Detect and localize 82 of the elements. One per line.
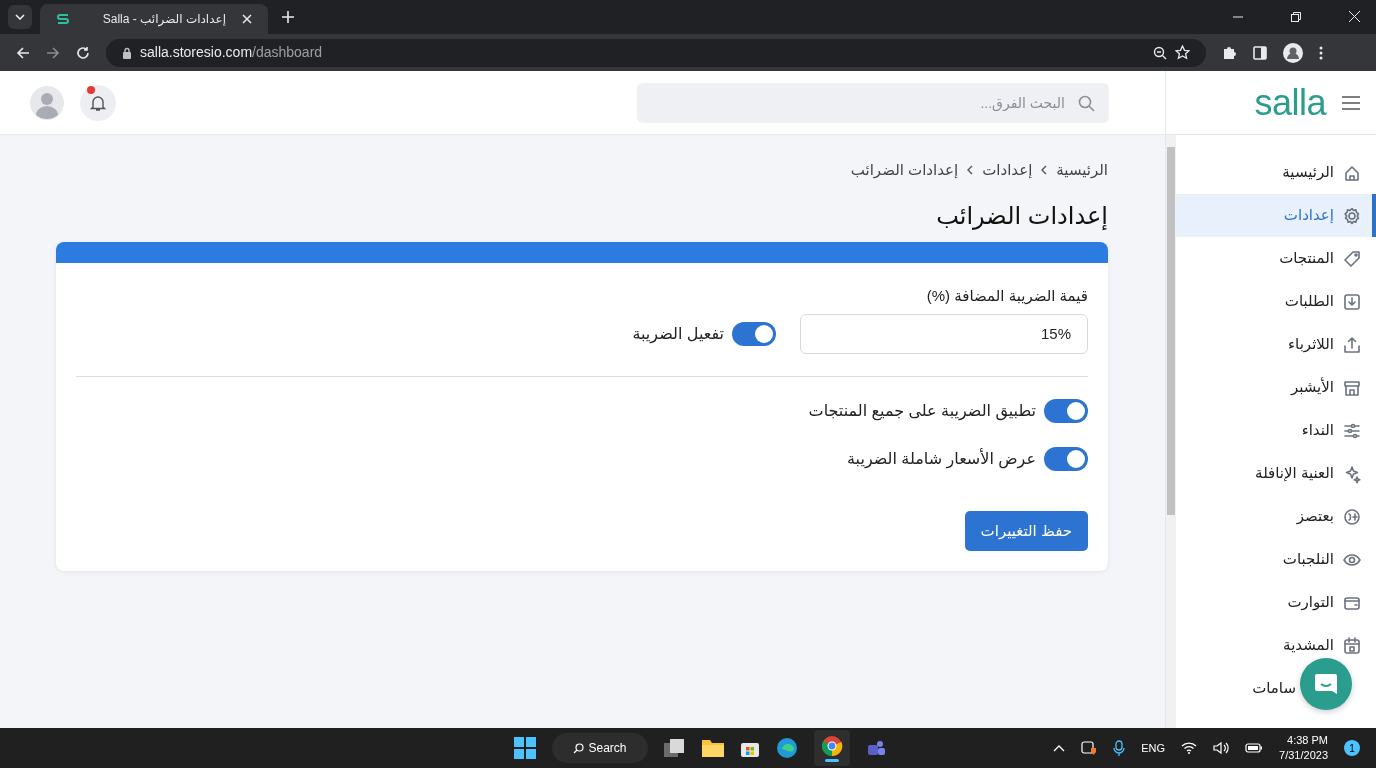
back-icon[interactable] [16,45,30,60]
chevron-up-icon[interactable] [1053,744,1066,752]
sidebar-item[interactable]: بعتصز [1176,495,1376,538]
search-icon [1078,94,1095,112]
field-label: قيمة الضريبة المضافة (%) [925,286,1088,307]
sidebar-item[interactable]: إعدادات [1176,194,1376,237]
sidebar-item[interactable]: الأيشبر [1176,366,1376,409]
clock-date[interactable]: 7/31/2023 [1279,748,1328,763]
notification-badge[interactable]: 1 [1344,740,1360,756]
sidebar-item[interactable]: الرئيسية [1176,151,1376,194]
menu-icon[interactable] [1342,95,1360,110]
star-icon[interactable] [1175,45,1190,60]
volume-icon[interactable] [1213,741,1230,755]
scrollbar[interactable] [1166,135,1176,728]
sidebar-item[interactable]: الطلبات [1176,280,1376,323]
edge-icon[interactable] [776,737,798,759]
puzzle-icon[interactable] [1222,45,1237,60]
coin-icon [1342,506,1362,527]
sidebar-item[interactable]: النداء [1176,409,1376,452]
sidebar-item[interactable]: التوارت [1176,581,1376,624]
lock-icon [122,46,132,59]
sidebar-item[interactable]: المنتجات [1176,237,1376,280]
toggle-label: عرض الأسعار شاملة الضريبة [847,447,1036,471]
chevron-icon [1040,165,1049,176]
reload-icon[interactable] [76,45,90,60]
toggle-label: تطبيق الضريبة على جميع المنتجات [808,400,1036,423]
more-icon[interactable] [1319,45,1323,60]
page-title: إعدادات الضرائب [935,201,1108,231]
side-panel-icon[interactable] [1253,45,1267,60]
restore-icon[interactable] [1291,11,1301,22]
upload-icon [1342,334,1362,355]
tab-list-button[interactable] [8,5,32,29]
download-box-icon [1342,291,1362,312]
notification-button[interactable] [80,84,116,121]
toggle-switch[interactable] [732,321,776,346]
close-icon[interactable] [242,14,252,24]
new-tab-icon[interactable] [282,11,294,23]
url-host: salla.storesio.com [140,44,253,60]
browser-tab[interactable]: Salla - إعدادات الضرائب [40,4,268,34]
search-icon [573,742,585,754]
close-icon[interactable] [1349,11,1360,22]
settings-icon [1342,205,1362,226]
sidebar-item[interactable]: المشدية [1176,624,1376,667]
site-icon [56,12,70,26]
wifi-icon[interactable] [1181,742,1198,754]
sidebar-item[interactable]: النلجبات [1176,538,1376,581]
profile-icon[interactable] [1283,42,1303,63]
chrome-button[interactable] [814,730,850,766]
bell-icon [89,93,107,112]
language-indicator[interactable]: ENG [1141,739,1166,757]
chevron-icon [966,165,975,176]
task-view-icon[interactable] [664,738,686,758]
url-path: /dashboard [252,44,323,60]
input-field[interactable]: 15% [800,313,1088,354]
clock-time[interactable]: 4:38 PM [1287,733,1328,748]
folder-icon[interactable] [702,738,724,758]
calendar-icon [1342,635,1362,656]
start-icon[interactable] [514,737,536,759]
breadcrumb-link[interactable]: الرئيسية [1056,159,1108,182]
tag-icon [1342,248,1362,269]
toggle-label: تفعيل الضريبة [632,323,724,346]
microphone-icon[interactable] [1113,740,1126,756]
sidebar-item[interactable]: اللاثرباء [1176,323,1376,366]
address-bar[interactable]: salla.storesio.com/dashboard [106,38,1206,67]
chrome-icon [821,734,843,757]
forward-icon[interactable] [46,45,60,60]
taskbar-search[interactable]: Search [552,733,648,763]
sidebar-item[interactable]: العنية الإنافلة [1176,452,1376,495]
breadcrumb-link[interactable]: إعدادات [982,159,1033,182]
search-field[interactable]: البحث الفرق... [637,82,1109,123]
sidebar-item[interactable]: سامات [1176,667,1376,710]
shield-icon[interactable] [1081,740,1098,756]
logo: salla [1254,80,1326,125]
teams-icon[interactable] [866,739,886,757]
toggle-switch[interactable] [1044,446,1088,471]
toggle-switch[interactable] [1044,398,1088,423]
tab-title: Salla - إعدادات الضرائب [101,11,226,28]
chevron-down-icon [15,14,25,20]
chat-icon [1313,671,1339,697]
zoom-icon[interactable] [1153,45,1167,60]
battery-icon[interactable] [1245,742,1264,754]
save-button[interactable]: حفظ التغييرات [964,510,1088,551]
